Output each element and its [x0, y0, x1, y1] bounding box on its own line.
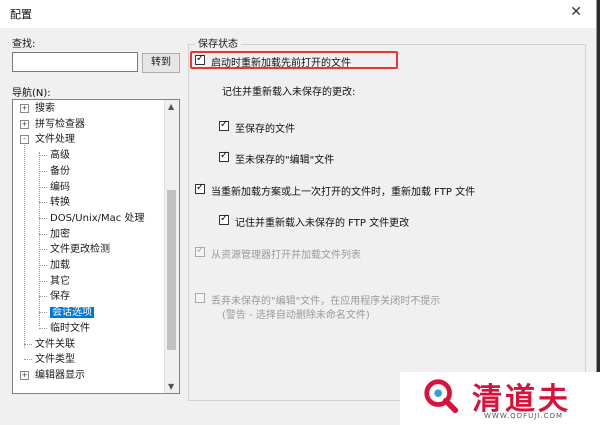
close-icon[interactable]: ✕ — [570, 4, 582, 20]
unsaved-checkbox[interactable] — [219, 150, 229, 162]
nav-item-label: DOS/Unix/Mac 处理 — [50, 212, 145, 224]
nav-item-label: 临时文件 — [50, 322, 90, 334]
scroll-up-icon[interactable]: ▲ — [168, 102, 174, 111]
nav-item[interactable]: 其它 — [39, 274, 70, 289]
scroll-down-icon[interactable]: ▼ — [168, 382, 174, 391]
nav-item[interactable]: + 拼写检查器 — [20, 117, 85, 132]
expand-icon[interactable]: + — [20, 104, 29, 113]
ftp-remember-checkbox[interactable] — [219, 213, 229, 225]
watermark-icon — [424, 379, 459, 414]
nav-item-label: 拼写检查器 — [35, 118, 85, 130]
nav-item[interactable]: + 搜索 — [20, 101, 55, 116]
nav-item[interactable]: 转换 — [39, 195, 70, 210]
expand-icon[interactable]: + — [20, 119, 29, 129]
watermark-logo: 清道夫 WWW.QDFUJI.COM — [400, 372, 600, 425]
saved-checkbox[interactable] — [219, 119, 229, 131]
discard-label: 丢弃未保存的"编辑"文件，在应用程序关闭时不提示 — [211, 296, 441, 307]
scroll-thumb[interactable] — [167, 190, 176, 350]
remember-label: 记住并重新载入未保存的更改: — [222, 87, 356, 98]
nav-item[interactable]: DOS/Unix/Mac 处理 — [39, 211, 145, 226]
collapse-icon[interactable]: - — [20, 135, 29, 145]
nav-item[interactable]: 会话选项 — [39, 305, 94, 320]
nav-item-label: 转换 — [50, 197, 70, 209]
nav-item-label: 文件更改检测 — [50, 244, 110, 256]
nav-item-label: 编码 — [50, 181, 70, 193]
nav-item[interactable]: - 文件处理 — [20, 132, 75, 147]
nav-label: 导航(N): — [12, 88, 51, 99]
nav-item-label: 加载 — [50, 260, 70, 271]
nav-item[interactable]: + 编辑器显示 — [20, 368, 85, 383]
config-dialog: 配置 ✕ 查找: 转到 导航(N): ▲ ▼ + 搜索 + 拼写检查器 - 文件处理 高级备… — [0, 0, 597, 425]
goto-button[interactable]: 转到 — [142, 53, 180, 73]
nav-item-label: 文件关联 — [35, 338, 75, 350]
nav-item-label: 备份 — [50, 165, 70, 177]
nav-item[interactable]: 备份 — [39, 164, 70, 179]
nav-item[interactable]: 文件更改检测 — [39, 242, 110, 257]
nav-item[interactable]: 编码 — [39, 180, 70, 195]
nav-item-label: 保存 — [50, 291, 70, 303]
nav-item-label: 文件处理 — [35, 134, 75, 146]
nav-scrollbar[interactable]: ▲ ▼ — [164, 100, 179, 393]
nav-item[interactable]: 加密 — [39, 227, 70, 242]
nav-item-label: 其它 — [50, 275, 70, 287]
nav-item[interactable]: 高级 — [39, 148, 70, 163]
search-input[interactable] — [12, 52, 138, 72]
nav-item-label: 搜索 — [35, 103, 55, 114]
nav-item-label: 高级 — [50, 150, 70, 162]
nav-item[interactable]: 文件类型 — [24, 352, 75, 367]
window-title: 配置 — [10, 8, 32, 21]
discard-note: (警告 - 选择自动删除未命名文件) — [222, 310, 370, 321]
title-bar: 配置 ✕ — [0, 0, 596, 28]
nav-item[interactable]: 加载 — [39, 258, 70, 273]
ftp-checkbox[interactable] — [195, 182, 205, 194]
nav-item-label: 会话选项 — [50, 307, 94, 319]
explorer-checkbox[interactable] — [195, 245, 205, 257]
nav-item-label: 加密 — [50, 228, 70, 240]
nav-item-label: 编辑器显示 — [35, 369, 85, 381]
search-label: 查找: — [12, 39, 36, 50]
reload-label: 启动时重新加载先前打开的文件 — [211, 58, 351, 69]
nav-tree[interactable]: ▲ ▼ + 搜索 + 拼写检查器 - 文件处理 高级 备份 编码 转换 DOS/Unix/Mac 处… — [12, 99, 180, 394]
group-title: 保存状态 — [195, 35, 241, 50]
reload-checkbox[interactable] — [195, 53, 205, 65]
nav-item-label: 文件类型 — [35, 354, 75, 366]
explorer-label: 从资源管理器打开并加载文件列表 — [211, 250, 361, 261]
nav-item[interactable]: 保存 — [39, 289, 70, 304]
nav-item[interactable]: 临时文件 — [39, 321, 90, 336]
discard-checkbox[interactable] — [195, 293, 205, 303]
nav-item[interactable]: 文件关联 — [24, 337, 75, 352]
ftp-remember-label: 记住并重新载入未保存的 FTP 文件更改 — [235, 218, 410, 229]
watermark-url: WWW.QDFUJI.COM — [484, 412, 564, 420]
ftp-label: 当重新加载方案或上一次打开的文件时，重新加载 FTP 文件 — [211, 187, 476, 198]
saved-label: 至保存的文件 — [235, 124, 295, 135]
expand-icon[interactable]: + — [20, 370, 29, 380]
unsaved-label: 至未保存的"编辑"文件 — [235, 155, 335, 166]
